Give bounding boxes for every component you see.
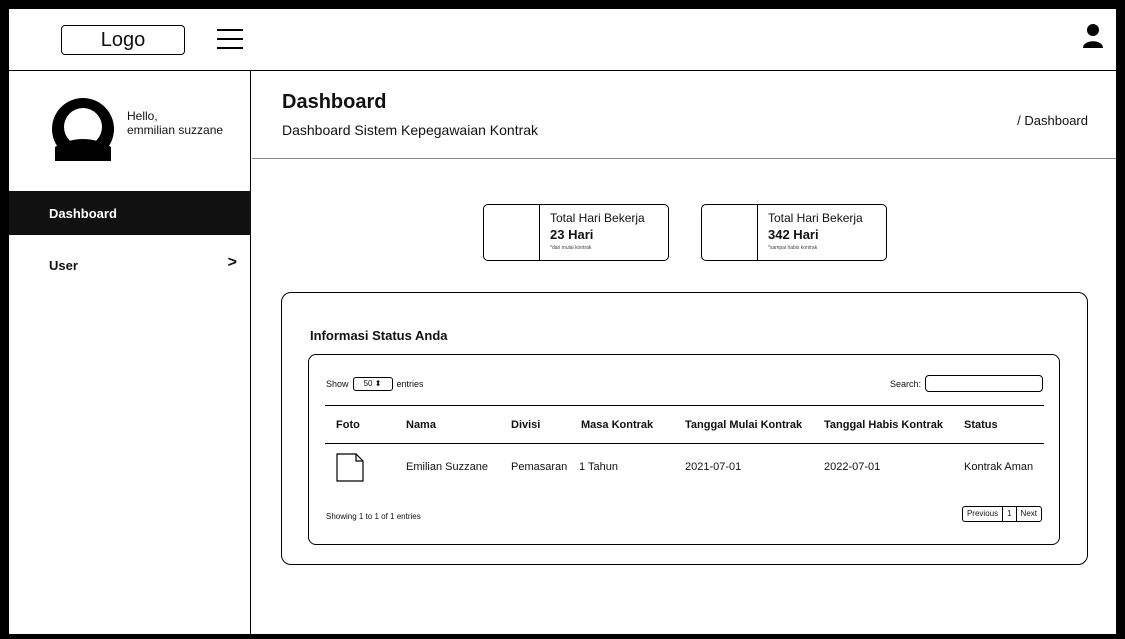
panel-title: Informasi Status Anda xyxy=(310,328,448,343)
stat-note: *sampai habis kontrak xyxy=(768,245,818,251)
stat-value: 342 Hari xyxy=(768,227,819,242)
sidebar-item-user[interactable]: User > xyxy=(9,243,251,287)
page-header: Dashboard Dashboard Sistem Kepegawaian K… xyxy=(252,71,1116,159)
cell-mulai: 2021-07-01 xyxy=(685,461,742,473)
column-header-foto[interactable]: Foto xyxy=(336,419,360,431)
sidebar-profile: Hello, emmilian suzzane xyxy=(9,71,251,191)
entries-select[interactable]: 50 ⬍ xyxy=(352,377,393,391)
search-control: Search: xyxy=(890,375,1043,392)
page-1-button[interactable]: 1 xyxy=(1002,507,1015,521)
sidebar-item-label: Dashboard xyxy=(49,205,117,221)
stat-icon-placeholder xyxy=(702,205,758,260)
sidebar-item-dashboard[interactable]: Dashboard xyxy=(9,191,251,235)
avatar-icon xyxy=(52,98,114,161)
table-header-bottom-rule xyxy=(325,443,1044,444)
next-button[interactable]: Next xyxy=(1015,507,1041,521)
page-subtitle: Dashboard Sistem Kepegawaian Kontrak xyxy=(282,122,539,138)
chevron-right-icon: > xyxy=(227,254,237,271)
cell-habis: 2022-07-01 xyxy=(824,461,881,473)
stat-value: 23 Hari xyxy=(550,227,594,242)
sidebar-item-label: User xyxy=(49,257,78,273)
search-input[interactable] xyxy=(925,375,1043,392)
stat-card-days-remaining: Total Hari Bekerja 342 Hari *sampai habi… xyxy=(701,204,887,261)
column-header-nama[interactable]: Nama xyxy=(406,419,436,431)
file-icon xyxy=(336,453,364,482)
column-header-status[interactable]: Status xyxy=(964,419,998,431)
table-info: Showing 1 to 1 of 1 entries xyxy=(326,512,421,521)
column-header-divisi[interactable]: Divisi xyxy=(511,419,540,431)
logo[interactable]: Logo xyxy=(61,25,185,55)
stat-note: *dari mulai kontrak xyxy=(550,245,592,251)
stat-label: Total Hari Bekerja xyxy=(550,211,645,225)
cell-masa: 1 Tahun xyxy=(579,461,618,473)
greeting: Hello, emmilian suzzane xyxy=(127,109,223,137)
status-panel: Informasi Status Anda Show 50 ⬍ entries … xyxy=(281,292,1088,565)
cell-nama: Emilian Suzzane xyxy=(406,461,488,473)
column-header-masa[interactable]: Masa Kontrak xyxy=(581,419,653,431)
data-table-card: Show 50 ⬍ entries Search: Foto Nama Divi… xyxy=(308,354,1060,545)
column-header-mulai[interactable]: Tanggal Mulai Kontrak xyxy=(685,419,802,431)
hello-text: Hello, xyxy=(127,109,158,123)
user-icon[interactable] xyxy=(1082,23,1104,49)
entries-label: entries xyxy=(396,379,424,389)
pagination: Previous 1 Next xyxy=(961,506,1042,522)
app-frame: Logo Hello, emmilian suzzane Dashboard U… xyxy=(8,8,1117,635)
top-bar: Logo xyxy=(9,9,1116,71)
sidebar: Hello, emmilian suzzane Dashboard User > xyxy=(9,71,251,634)
previous-button[interactable]: Previous xyxy=(963,507,1002,521)
table-header-top-rule xyxy=(325,405,1044,406)
stat-label: Total Hari Bekerja xyxy=(768,211,863,225)
column-header-habis[interactable]: Tanggal Habis Kontrak xyxy=(824,419,943,431)
show-label: Show xyxy=(326,379,349,389)
entries-control: Show 50 ⬍ entries xyxy=(326,377,424,391)
cell-divisi: Pemasaran xyxy=(511,461,568,473)
username: emmilian suzzane xyxy=(127,123,224,137)
menu-icon[interactable] xyxy=(217,27,243,51)
cell-status: Kontrak Aman xyxy=(964,461,1034,473)
page-title: Dashboard xyxy=(282,91,387,113)
search-label: Search: xyxy=(889,378,921,389)
stat-icon-placeholder xyxy=(484,205,540,260)
breadcrumb[interactable]: / Dashboard xyxy=(1017,113,1088,128)
stat-card-days-worked: Total Hari Bekerja 23 Hari *dari mulai k… xyxy=(483,204,669,261)
